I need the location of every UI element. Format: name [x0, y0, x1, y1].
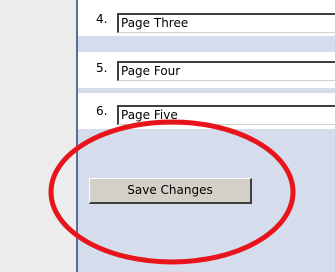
- list-item: 6. Page Five: [78, 93, 335, 129]
- save-changes-button[interactable]: Save Changes: [89, 178, 252, 204]
- page-list-panel: [78, 0, 335, 272]
- list-item: 5. Page Four: [78, 52, 335, 88]
- item-number: 6.: [96, 104, 108, 118]
- page-name-field[interactable]: Page Five: [117, 105, 335, 125]
- page-name-field[interactable]: Page Four: [117, 61, 335, 81]
- item-number: 5.: [96, 61, 108, 75]
- left-margin: [0, 0, 76, 272]
- item-number: 4.: [96, 12, 108, 26]
- page-name-field[interactable]: Page Three: [117, 13, 335, 33]
- list-item: 4. Page Three: [78, 0, 335, 36]
